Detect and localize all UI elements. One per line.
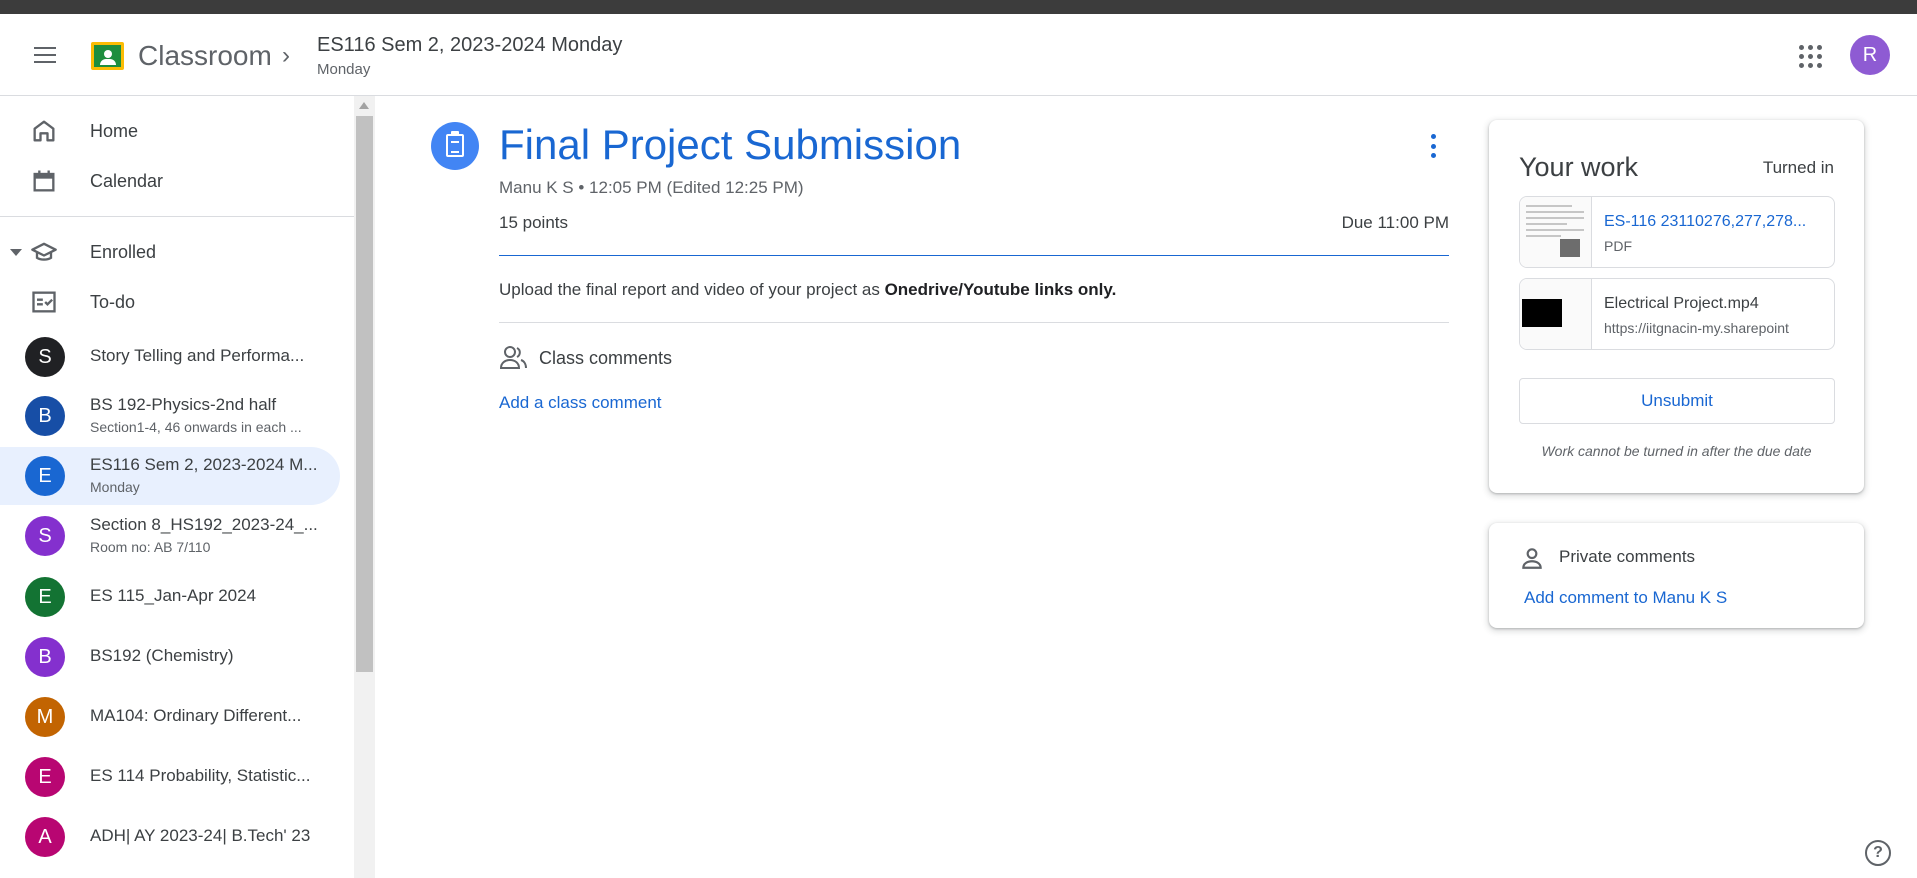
- course-subtitle: Section1-4, 46 onwards in each ...: [90, 419, 302, 435]
- sidebar-item-label: Calendar: [90, 170, 164, 191]
- sidebar-item-home[interactable]: Home: [0, 106, 340, 156]
- assignment-due: Due 11:00 PM: [1341, 213, 1449, 232]
- sidebar: Home Calendar Enrolled To-do S Story Tell…: [0, 96, 354, 878]
- video-thumbnail: [1520, 279, 1592, 349]
- course-name: Section 8_HS192_2023-24_...: [90, 515, 318, 534]
- attachment-name[interactable]: Electrical Project.mp4: [1604, 295, 1820, 313]
- app-name[interactable]: Classroom: [138, 40, 272, 72]
- private-comments-label: Private comments: [1559, 547, 1696, 566]
- window-top-strip: [0, 0, 1917, 14]
- help-icon[interactable]: ?: [1865, 840, 1891, 866]
- app-header: Classroom › ES116 Sem 2, 2023-2024 Monda…: [0, 14, 1917, 96]
- graduation-cap-icon: [31, 242, 57, 261]
- description-text: Upload the final report and video of you…: [499, 280, 885, 299]
- sidebar-course-item[interactable]: E ES 115_Jan-Apr 2024: [0, 568, 340, 626]
- assignment-icon: [431, 122, 479, 170]
- sidebar-item-label: Home: [90, 120, 139, 141]
- caret-down-icon[interactable]: [10, 248, 22, 256]
- breadcrumb-class-subtitle: Monday: [317, 61, 371, 78]
- unsubmit-button[interactable]: Unsubmit: [1519, 378, 1835, 424]
- status-badge: Turned in: [1762, 158, 1834, 177]
- todo-checklist-icon: [32, 291, 56, 313]
- google-apps-icon[interactable]: [1798, 44, 1822, 68]
- course-name: ES 114 Probability, Statistic...: [90, 766, 311, 785]
- sidebar-course-item[interactable]: S Story Telling and Performa...: [0, 328, 340, 386]
- class-comments-label: Class comments: [539, 348, 673, 368]
- sidebar-course-item[interactable]: M MA104: Ordinary Different...: [0, 688, 340, 746]
- attachment-url: https://iitgnacin-my.sharepoint: [1604, 320, 1789, 336]
- course-name: ADH| AY 2023-24| B.Tech' 23: [90, 826, 311, 845]
- course-name: BS 192-Physics-2nd half: [90, 395, 277, 414]
- sidebar-item-todo[interactable]: To-do: [0, 277, 340, 327]
- course-name: ES 115_Jan-Apr 2024: [90, 586, 257, 605]
- course-avatar: A: [25, 817, 65, 857]
- chevron-right-icon: ›: [282, 42, 290, 69]
- your-work-card: Your work Turned in ES-116 23110276,277,…: [1489, 120, 1864, 493]
- course-name: MA104: Ordinary Different...: [90, 706, 302, 725]
- assignment-meta: Manu K S • 12:05 PM (Edited 12:25 PM): [499, 178, 804, 197]
- pdf-thumbnail: [1520, 197, 1592, 267]
- assignment-description: Upload the final report and video of you…: [499, 280, 1116, 300]
- account-avatar[interactable]: R: [1850, 35, 1890, 75]
- attachment-name[interactable]: ES-116 23110276,277,278...: [1604, 213, 1820, 231]
- course-name: ES116 Sem 2, 2023-2024 M...: [90, 455, 318, 474]
- due-date-note: Work cannot be turned in after the due d…: [1541, 443, 1812, 459]
- sidebar-course-item[interactable]: A ADH| AY 2023-24| B.Tech' 23: [0, 808, 340, 866]
- scroll-up-arrow-icon[interactable]: [359, 102, 369, 109]
- attachment-type: PDF: [1604, 238, 1632, 254]
- course-avatar: E: [25, 757, 65, 797]
- course-avatar: S: [25, 337, 65, 377]
- sidebar-scrollbar[interactable]: [354, 96, 375, 878]
- sidebar-divider: [0, 216, 354, 217]
- your-work-title: Your work: [1519, 152, 1639, 182]
- add-private-comment-link[interactable]: Add comment to Manu K S: [1524, 588, 1727, 608]
- course-avatar: E: [25, 456, 65, 496]
- header-divider: [499, 255, 1449, 256]
- course-subtitle: Room no: AB 7/110: [90, 539, 211, 555]
- course-name: BS192 (Chemistry): [90, 646, 234, 665]
- course-avatar: S: [25, 516, 65, 556]
- course-avatar: E: [25, 577, 65, 617]
- description-divider: [499, 322, 1449, 323]
- sidebar-item-calendar[interactable]: Calendar: [0, 156, 340, 206]
- description-bold-text: Onedrive/Youtube links only.: [884, 280, 1117, 299]
- sidebar-course-item[interactable]: S Section 8_HS192_2023-24_... Room no: AB …: [0, 507, 340, 565]
- scrollbar-thumb[interactable]: [356, 116, 373, 672]
- sidebar-course-item[interactable]: E ES 114 Probability, Statistic...: [0, 748, 340, 806]
- more-options-icon[interactable]: [1428, 134, 1438, 158]
- sidebar-course-item[interactable]: B BS192 (Chemistry): [0, 628, 340, 686]
- attachment-pdf[interactable]: ES-116 23110276,277,278... PDF: [1519, 196, 1835, 268]
- course-subtitle: Monday: [90, 479, 140, 495]
- add-class-comment-link[interactable]: Add a class comment: [499, 393, 662, 413]
- sidebar-course-item[interactable]: B BS 192-Physics-2nd half Section1-4, 46 o…: [0, 387, 340, 445]
- person-icon: [1522, 548, 1542, 569]
- private-comments-card: Private comments Add comment to Manu K S: [1489, 523, 1864, 628]
- assignment-title: Final Project Submission: [499, 121, 962, 168]
- calendar-icon: [33, 170, 55, 192]
- sidebar-item-label: Enrolled: [90, 241, 157, 262]
- sidebar-course-item[interactable]: E ES116 Sem 2, 2023-2024 M... Monday: [0, 447, 340, 505]
- breadcrumb-class-title[interactable]: ES116 Sem 2, 2023-2024 Monday: [317, 34, 622, 57]
- assignment-points: 15 points: [499, 213, 568, 232]
- course-avatar: M: [25, 697, 65, 737]
- course-name: Story Telling and Performa...: [90, 346, 305, 365]
- attachment-video-link[interactable]: Electrical Project.mp4 https://iitgnacin…: [1519, 278, 1835, 350]
- main-menu-icon[interactable]: [28, 44, 62, 66]
- course-avatar: B: [25, 396, 65, 436]
- people-icon: [499, 346, 527, 369]
- classroom-logo-icon[interactable]: [91, 42, 124, 70]
- sidebar-item-enrolled[interactable]: Enrolled: [0, 227, 340, 277]
- course-avatar: B: [25, 637, 65, 677]
- sidebar-item-label: To-do: [90, 291, 136, 312]
- home-icon: [33, 120, 55, 142]
